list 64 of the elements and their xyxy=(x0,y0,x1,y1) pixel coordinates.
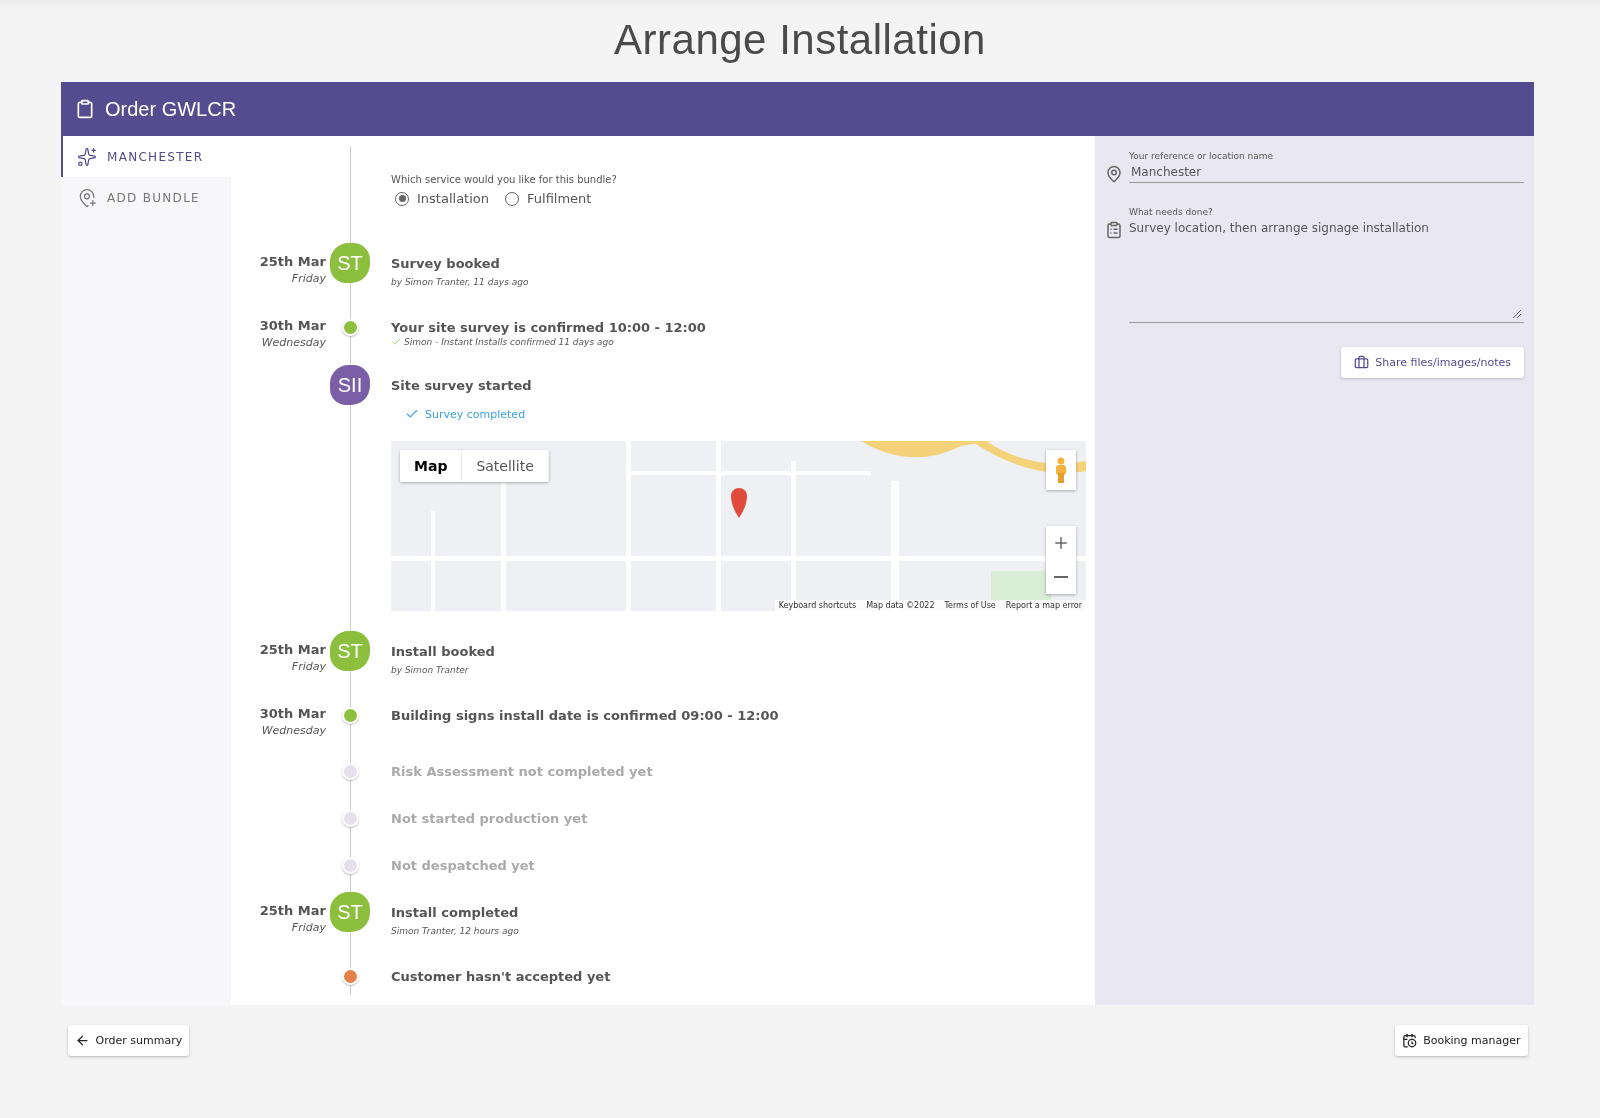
plus-icon xyxy=(1052,534,1070,552)
avatar: SII xyxy=(330,365,370,405)
event-title: Site survey started xyxy=(391,378,533,393)
event-day: Friday xyxy=(246,921,326,934)
map-footer-link[interactable]: Keyboard shortcuts xyxy=(778,601,857,610)
sidebar-item[interactable]: MANCHESTER xyxy=(61,136,231,177)
avatar: ST xyxy=(330,243,370,283)
zoom-in-button[interactable] xyxy=(1046,526,1076,560)
event-date: 30th Mar xyxy=(258,318,326,333)
event-title: Not started production yet xyxy=(391,811,589,826)
check-icon xyxy=(405,407,419,421)
page-title: Arrange Installation xyxy=(614,16,986,64)
event-byline: by Simon Tranter xyxy=(391,665,470,675)
event-byline: Simon Tranter, 12 hours ago xyxy=(391,926,520,936)
completed-label: Survey completed xyxy=(425,407,526,421)
map-type-button[interactable]: Satellite xyxy=(462,450,549,482)
person-icon xyxy=(1055,457,1067,483)
avatar: ST xyxy=(330,631,370,671)
event-day: Friday xyxy=(246,660,326,673)
event-title: Survey booked xyxy=(391,256,501,271)
event-title: Install booked xyxy=(391,644,496,659)
avatar: ST xyxy=(330,892,370,932)
radio-option[interactable]: Installation xyxy=(395,191,489,206)
field-label: Your reference or location name xyxy=(1129,151,1275,161)
map-footer-link[interactable]: Terms of Use xyxy=(944,601,996,610)
event-byline: by Simon Tranter, 11 days ago xyxy=(391,277,530,287)
event-title: Risk Assessment not completed yet xyxy=(391,764,654,779)
stars-icon xyxy=(77,146,97,167)
event-title: Your site survey is confirmed 10:00 - 12:00 xyxy=(391,320,707,335)
clipboard-list-icon xyxy=(1105,221,1123,239)
event-title: Not despatched yet xyxy=(391,858,536,873)
reference-field[interactable]: Manchester xyxy=(1129,161,1524,183)
booking-manager-button[interactable]: Booking manager xyxy=(1395,1025,1528,1056)
zoom-out-button[interactable] xyxy=(1046,560,1076,594)
order-summary-button[interactable]: Order summary xyxy=(67,1025,190,1056)
event-byline: Simon - Instant Installs confirmed 11 days ago xyxy=(404,337,614,347)
event-title: Building signs install date is confirmed 09:00 - 12:00 xyxy=(391,708,780,723)
event-date: 25th Mar xyxy=(258,642,326,657)
location-pin-icon xyxy=(1105,165,1123,183)
calendar-clock-icon xyxy=(1402,1033,1418,1048)
map-footer-link[interactable]: Report a map error xyxy=(1005,601,1082,610)
clipboard-icon xyxy=(75,99,95,119)
field-label: What needs done? xyxy=(1129,207,1214,217)
event-day: Friday xyxy=(246,272,326,285)
event-date: 25th Mar xyxy=(258,903,326,918)
briefcase-icon xyxy=(1354,355,1370,370)
map-footer-link[interactable]: Map data ©2022 xyxy=(866,601,935,610)
order-title: Order GWLCR xyxy=(105,97,237,121)
event-title: Customer hasn't accepted yet xyxy=(391,969,612,984)
event-date: 30th Mar xyxy=(258,706,326,721)
pin-plus-icon xyxy=(77,187,97,208)
service-question: Which service would you like for this bundle? xyxy=(391,174,618,185)
resize-handle-icon xyxy=(1512,309,1522,319)
needs-textarea[interactable]: Survey location, then arrange signage installation xyxy=(1129,217,1524,323)
share-button[interactable]: Share files/images/notes xyxy=(1341,347,1524,378)
event-date: 25th Mar xyxy=(258,254,326,269)
map-type-button[interactable]: Map xyxy=(400,450,463,482)
radio-option[interactable]: Fulfilment xyxy=(505,191,592,206)
event-day: Wednesday xyxy=(246,336,326,349)
event-title: Install completed xyxy=(391,905,520,920)
minus-icon xyxy=(1054,576,1068,578)
sidebar-item[interactable]: ADD BUNDLE xyxy=(61,177,231,218)
event-day: Wednesday xyxy=(246,724,326,737)
check-icon xyxy=(391,337,401,347)
